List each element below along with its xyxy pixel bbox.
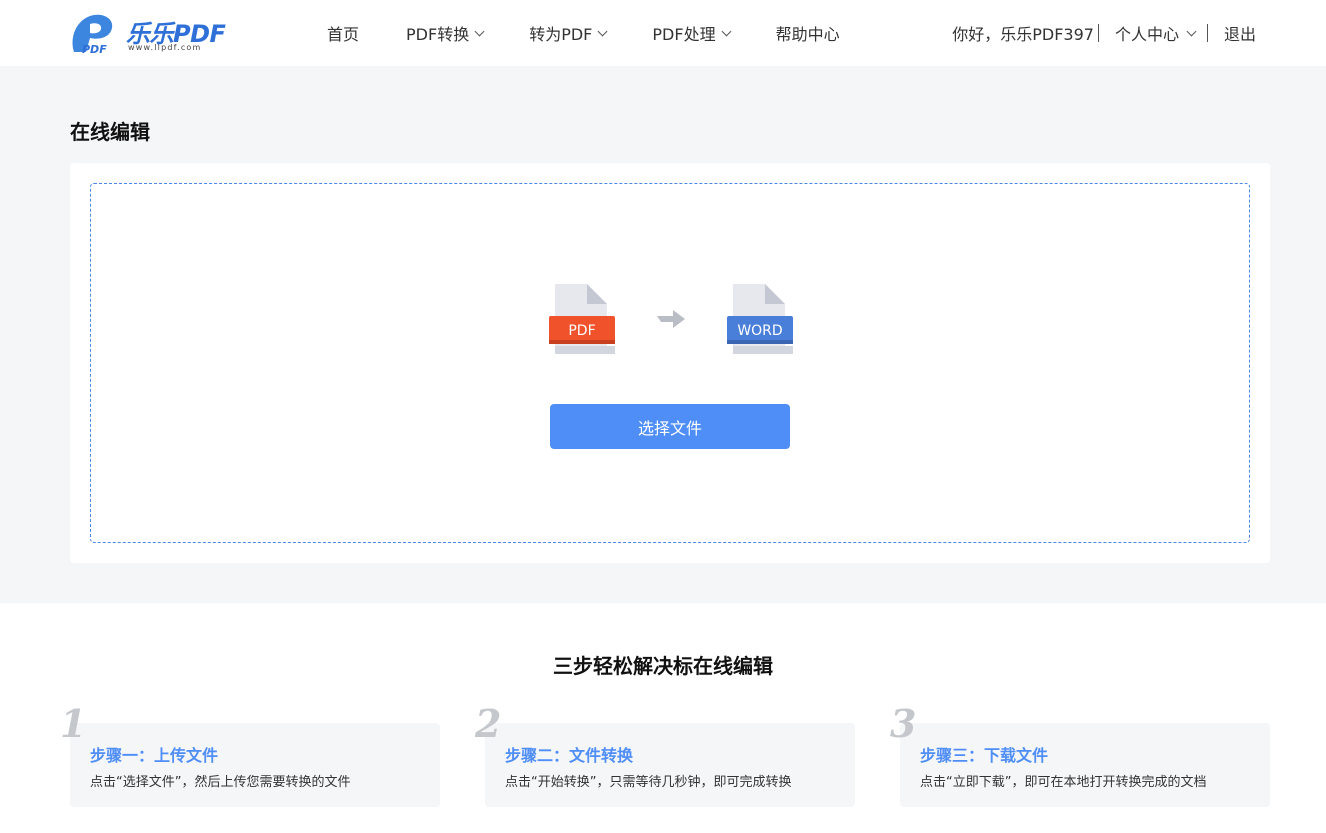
site-logo[interactable]: PDF 乐乐PDF www.llpdf.com	[68, 12, 238, 56]
target-format-label: WORD	[737, 323, 782, 339]
logo-url-text: www.llpdf.com	[128, 43, 202, 52]
step-description: 点击“开始转换”，只需等待几秒钟，即可完成转换	[505, 775, 792, 790]
logo-icon: PDF	[72, 14, 113, 54]
step-description: 点击“选择文件”，然后上传您需要转换的文件	[90, 775, 351, 790]
step-description: 点击“立即下载”，即可在本地打开转换完成的文档	[920, 775, 1207, 790]
nav-to-pdf-label: 转为PDF	[529, 25, 593, 44]
nav-help-label: 帮助中心	[775, 25, 840, 44]
word-file-icon: WORD	[727, 284, 793, 354]
nav-pdf-process[interactable]: PDF处理	[652, 21, 732, 45]
user-center-dropdown[interactable]: 个人中心	[1114, 21, 1197, 45]
main-section: 在线编辑 PDF WORD 选择文件	[0, 66, 1326, 603]
source-format-label: PDF	[568, 323, 595, 339]
nav-pdf-convert[interactable]: PDF转换	[406, 21, 485, 45]
step-card: 1 步骤一：上传文件 点击“选择文件”，然后上传您需要转换的文件	[60, 705, 440, 807]
pdf-file-icon: PDF	[549, 284, 615, 354]
step-title: 步骤一：上传文件	[90, 746, 219, 765]
nav-pdf-convert-label: PDF转换	[406, 25, 470, 44]
arrow-right-icon	[657, 310, 685, 328]
logout-link[interactable]: 退出	[1224, 21, 1256, 45]
chevron-down-icon	[474, 26, 485, 36]
nav-to-pdf[interactable]: 转为PDF	[529, 21, 608, 45]
user-area: 你好，乐乐PDF397 个人中心 退出	[952, 0, 1256, 66]
nav-help[interactable]: 帮助中心	[776, 21, 840, 45]
page-title: 在线编辑	[70, 120, 150, 144]
divider	[1206, 24, 1208, 42]
step-card: 3 步骤三：下载文件 点击“立即下载”，即可在本地打开转换完成的文档	[890, 705, 1270, 807]
file-dropzone[interactable]: PDF WORD 选择文件	[90, 183, 1250, 543]
upload-card: PDF WORD 选择文件	[70, 163, 1270, 563]
divider	[1097, 24, 1099, 42]
select-file-button[interactable]: 选择文件	[550, 404, 790, 449]
chevron-down-icon	[597, 26, 608, 36]
svg-text:PDF: PDF	[82, 43, 107, 54]
user-greeting: 你好，乐乐PDF397	[952, 25, 1094, 44]
user-center-label: 个人中心	[1114, 25, 1179, 44]
nav-pdf-process-label: PDF处理	[652, 25, 716, 44]
step-title: 步骤三：下载文件	[920, 746, 1049, 765]
steps-title: 三步轻松解决标在线编辑	[553, 654, 773, 678]
step-card: 2 步骤二：文件转换 点击“开始转换”，只需等待几秒钟，即可完成转换	[475, 705, 855, 807]
nav-home-label: 首页	[327, 25, 360, 44]
main-nav: 首页 PDF转换 转为PDF PDF处理 帮助中心	[327, 0, 840, 66]
step-number: 1	[60, 701, 87, 746]
step-number: 2	[475, 701, 502, 746]
step-title: 步骤二：文件转换	[505, 746, 634, 765]
chevron-down-icon	[721, 26, 732, 36]
top-header: PDF 乐乐PDF www.llpdf.com 首页 PDF转换 转为PDF P…	[0, 0, 1326, 66]
chevron-down-icon	[1186, 26, 1197, 36]
step-number: 3	[890, 701, 917, 746]
nav-home[interactable]: 首页	[327, 21, 359, 45]
